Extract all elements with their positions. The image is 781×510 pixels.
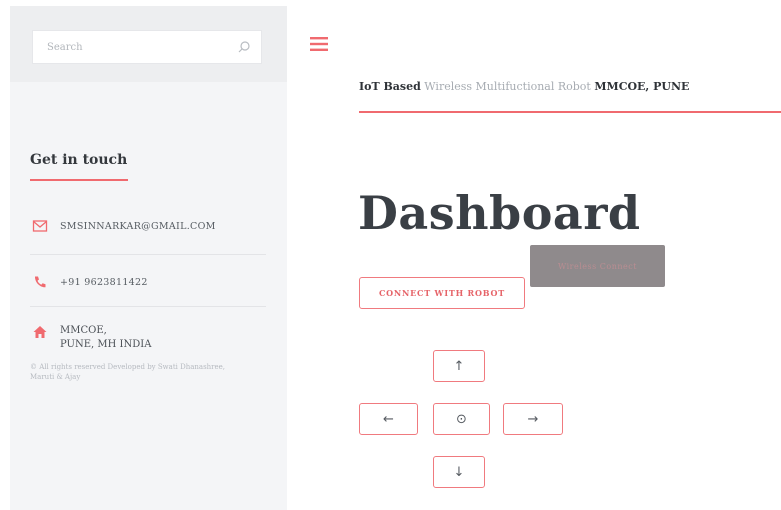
email-text: SMSINNARKAR@GMAIL.COM: [60, 220, 216, 232]
divider: [30, 254, 266, 255]
move-right-button[interactable]: →: [503, 403, 563, 435]
stop-button[interactable]: ⊙: [433, 403, 490, 435]
phone-text: +91 9623811422: [60, 276, 148, 288]
page-title: Dashboard: [358, 186, 641, 240]
home-icon: [33, 326, 47, 338]
app-title-middle: Wireless Multifuctional Robot: [420, 80, 595, 93]
header-underline: [359, 111, 781, 113]
move-up-button[interactable]: ↑: [433, 350, 485, 382]
divider: [30, 306, 266, 307]
envelope-icon: [32, 220, 48, 232]
wireless-connect-button[interactable]: Wireless Connect: [530, 245, 665, 287]
address-line-1: MMCOE,: [60, 325, 107, 336]
heading-underline: [30, 179, 128, 181]
search-box[interactable]: [32, 30, 262, 64]
search-input[interactable]: [45, 40, 237, 54]
copyright-text: © All rights reserved Developed by Swati…: [30, 363, 226, 381]
address-line-2: PUNE, MH INDIA: [60, 339, 152, 350]
move-down-button[interactable]: ↓: [433, 456, 485, 488]
contact-phone[interactable]: +91 9623811422: [32, 274, 148, 290]
contact-email[interactable]: SMSINNARKAR@GMAIL.COM: [32, 218, 216, 234]
app-title: IoT Based Wireless Multifuctional Robot …: [359, 80, 689, 93]
hamburger-menu-icon[interactable]: [310, 36, 328, 52]
search-area: [10, 6, 287, 82]
sidebar: Get in touch SMSINNARKAR@GMAIL.COM +91 9…: [10, 6, 287, 510]
address-block: MMCOE, PUNE, MH INDIA: [60, 324, 151, 352]
get-in-touch-heading: Get in touch: [30, 152, 128, 168]
move-left-button[interactable]: ←: [359, 403, 418, 435]
search-icon[interactable]: [237, 40, 251, 54]
connect-with-robot-button[interactable]: CONNECT WITH ROBOT: [359, 277, 525, 309]
app-title-suffix: MMCOE, PUNE: [594, 80, 690, 93]
phone-icon: [34, 276, 46, 288]
app-title-prefix: IoT Based: [359, 80, 421, 93]
